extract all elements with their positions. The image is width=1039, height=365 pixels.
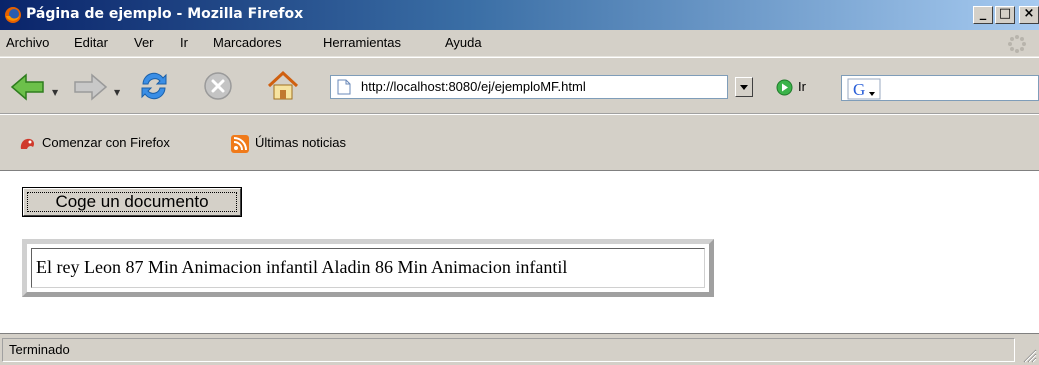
get-document-button[interactable]: Coge un documento bbox=[22, 187, 242, 217]
back-arrow-icon[interactable] bbox=[10, 73, 46, 101]
go-button-label[interactable]: Ir bbox=[798, 79, 806, 94]
reload-icon[interactable] bbox=[137, 69, 171, 103]
status-bar: Terminado bbox=[0, 333, 1039, 365]
home-icon[interactable] bbox=[265, 69, 301, 103]
minimize-button[interactable]: _ bbox=[973, 6, 993, 24]
menu-editar[interactable]: Editar bbox=[74, 35, 108, 50]
svg-text:G: G bbox=[853, 80, 865, 99]
chevron-down-icon bbox=[740, 85, 748, 90]
stop-icon[interactable] bbox=[202, 70, 234, 102]
menu-marcadores[interactable]: Marcadores bbox=[213, 35, 282, 50]
back-dropdown-icon[interactable]: ▼ bbox=[52, 88, 58, 97]
firefox-logo-icon bbox=[5, 7, 21, 23]
search-input[interactable]: G bbox=[841, 75, 1039, 101]
forward-arrow-icon[interactable] bbox=[72, 73, 108, 101]
result-text: El rey Leon 87 Min Animacion infantil Al… bbox=[31, 248, 705, 288]
status-text: Terminado bbox=[9, 342, 70, 357]
bookmark-comenzar[interactable]: Comenzar con Firefox bbox=[42, 135, 170, 150]
menu-herramientas[interactable]: Herramientas bbox=[323, 35, 401, 50]
navigation-toolbar: ▼ ▼ http://localhost:8080/ej/ejemploMF.h… bbox=[0, 57, 1039, 114]
throbber-icon bbox=[1008, 35, 1026, 53]
maximize-button[interactable]: □ bbox=[995, 6, 1015, 24]
firefox-bookmark-icon bbox=[20, 138, 34, 149]
focus-ring bbox=[27, 192, 237, 212]
status-panel: Terminado bbox=[2, 338, 1015, 362]
page-icon bbox=[337, 79, 351, 95]
google-icon[interactable]: G bbox=[847, 78, 881, 100]
menu-bar: Archivo Editar Ver Ir Marcadores Herrami… bbox=[0, 30, 1039, 57]
menu-ir[interactable]: Ir bbox=[180, 35, 188, 50]
url-bar[interactable]: http://localhost:8080/ej/ejemploMF.html bbox=[330, 75, 728, 99]
forward-dropdown-icon[interactable]: ▼ bbox=[114, 88, 120, 97]
menu-ayuda[interactable]: Ayuda bbox=[445, 35, 482, 50]
bookmark-ultimas-noticias[interactable]: Últimas noticias bbox=[255, 135, 346, 150]
page-content: Coge un documento El rey Leon 87 Min Ani… bbox=[0, 171, 1039, 333]
rss-icon bbox=[231, 135, 249, 153]
result-box: El rey Leon 87 Min Animacion infantil Al… bbox=[22, 239, 714, 297]
bookmarks-toolbar: Comenzar con Firefox Últimas noticias bbox=[0, 114, 1039, 171]
resize-grip-icon[interactable] bbox=[1019, 345, 1037, 363]
window-controls: _ □ × bbox=[973, 6, 1039, 24]
url-history-dropdown[interactable] bbox=[735, 77, 753, 97]
menu-archivo[interactable]: Archivo bbox=[6, 35, 49, 50]
window-title: Página de ejemplo - Mozilla Firefox bbox=[26, 6, 304, 22]
title-bar: Página de ejemplo - Mozilla Firefox _ □ … bbox=[0, 0, 1039, 30]
close-button[interactable]: × bbox=[1019, 6, 1039, 24]
menu-ver[interactable]: Ver bbox=[134, 35, 154, 50]
go-icon[interactable] bbox=[776, 79, 793, 96]
url-text[interactable]: http://localhost:8080/ej/ejemploMF.html bbox=[361, 79, 586, 94]
